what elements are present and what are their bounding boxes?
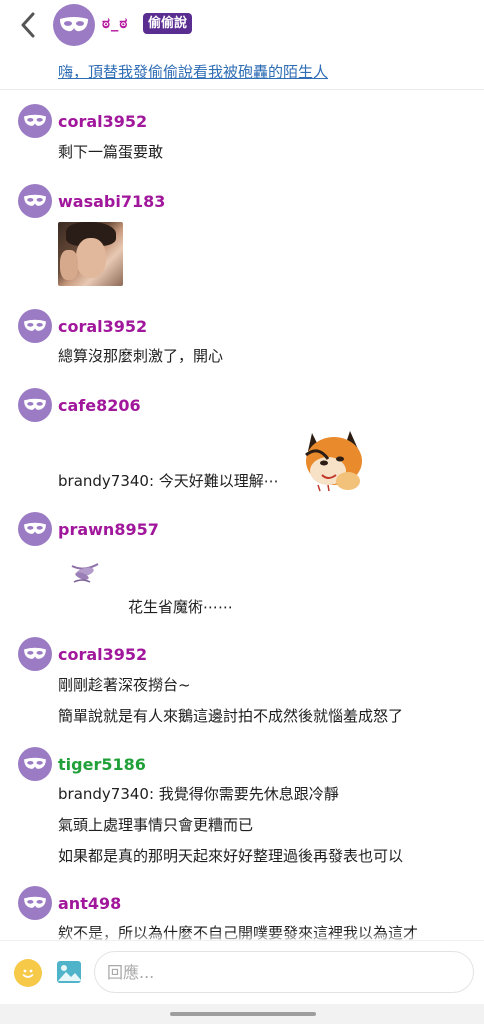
poster-name: ಠ_ಠ: [102, 14, 129, 32]
original-post-link[interactable]: 嗨，頂替我發偷偷說看我被砲轟的陌生人: [58, 61, 328, 82]
chevron-left-icon: [21, 12, 35, 38]
user-avatar: [18, 104, 52, 138]
user-avatar: [18, 637, 52, 671]
mask-icon: [24, 647, 46, 659]
poster-avatar[interactable]: [53, 4, 95, 46]
anonymous-badge: 偷偷說: [143, 13, 193, 34]
reply-input[interactable]: [94, 951, 474, 993]
back-button[interactable]: [14, 10, 42, 40]
smiley-icon: [22, 969, 34, 978]
image-icon[interactable]: [55, 958, 83, 986]
user-avatar: [18, 886, 52, 920]
photo-hand: [60, 250, 78, 280]
mask-icon: [24, 398, 46, 410]
username: coral3952: [58, 111, 148, 131]
username: ant498: [58, 893, 122, 913]
message-text: 剛剛趁著深夜撈台~: [58, 676, 191, 694]
header: ಠ_ಠ 偷偷說: [0, 0, 484, 52]
mask-icon: [60, 17, 88, 32]
message-text: 花生省魔術⋯⋯: [128, 598, 234, 616]
message-text: 簡單說就是有人來鵝這邊討拍不成然後就惱羞成怒了: [58, 707, 404, 725]
reply-bar: [0, 940, 484, 1004]
message-text: 如果都是真的那明天起來好好整理過後再發表也可以: [58, 847, 404, 865]
user-avatar: [18, 747, 52, 781]
user-avatar: [18, 512, 52, 546]
username: coral3952: [58, 316, 148, 336]
mask-icon: [24, 896, 46, 908]
message-author[interactable]: coral3952: [18, 637, 147, 671]
message-text: 總算沒那麼刺激了，開心: [58, 347, 224, 365]
message-author[interactable]: prawn8957: [18, 512, 159, 546]
username: cafe8206: [58, 395, 141, 415]
photo-thumbnail[interactable]: [58, 222, 123, 286]
system-nav-bar: [0, 1004, 484, 1024]
username: prawn8957: [58, 519, 159, 539]
emoji-button[interactable]: [14, 959, 42, 987]
mask-icon: [24, 522, 46, 534]
fox-sticker[interactable]: [298, 425, 368, 493]
flower-sticker[interactable]: [68, 560, 102, 586]
photo-face: [76, 238, 106, 278]
mask-icon: [24, 114, 46, 126]
mask-icon: [24, 194, 46, 206]
user-avatar: [18, 309, 52, 343]
message-author[interactable]: ant498: [18, 886, 121, 920]
message-author[interactable]: wasabi7183: [18, 184, 165, 218]
message-author[interactable]: coral3952: [18, 309, 147, 343]
user-avatar: [18, 388, 52, 422]
home-indicator[interactable]: [170, 1012, 316, 1016]
message-text: brandy7340: 今天好難以理解⋯: [58, 472, 279, 490]
message-author[interactable]: cafe8206: [18, 388, 141, 422]
message-author[interactable]: coral3952: [18, 104, 147, 138]
message-text: 氣頭上處理事情只會更糟而已: [58, 816, 254, 834]
mask-icon: [24, 319, 46, 331]
divider: [0, 89, 484, 90]
message-author[interactable]: tiger5186: [18, 747, 146, 781]
message-text: 剩下一篇蛋要敢: [58, 143, 164, 161]
username: tiger5186: [58, 754, 146, 774]
user-avatar: [18, 184, 52, 218]
username: wasabi7183: [58, 191, 166, 211]
message-text: brandy7340: 我覺得你需要先休息跟冷靜: [58, 785, 339, 803]
mask-icon: [24, 757, 46, 769]
username: coral3952: [58, 644, 148, 664]
